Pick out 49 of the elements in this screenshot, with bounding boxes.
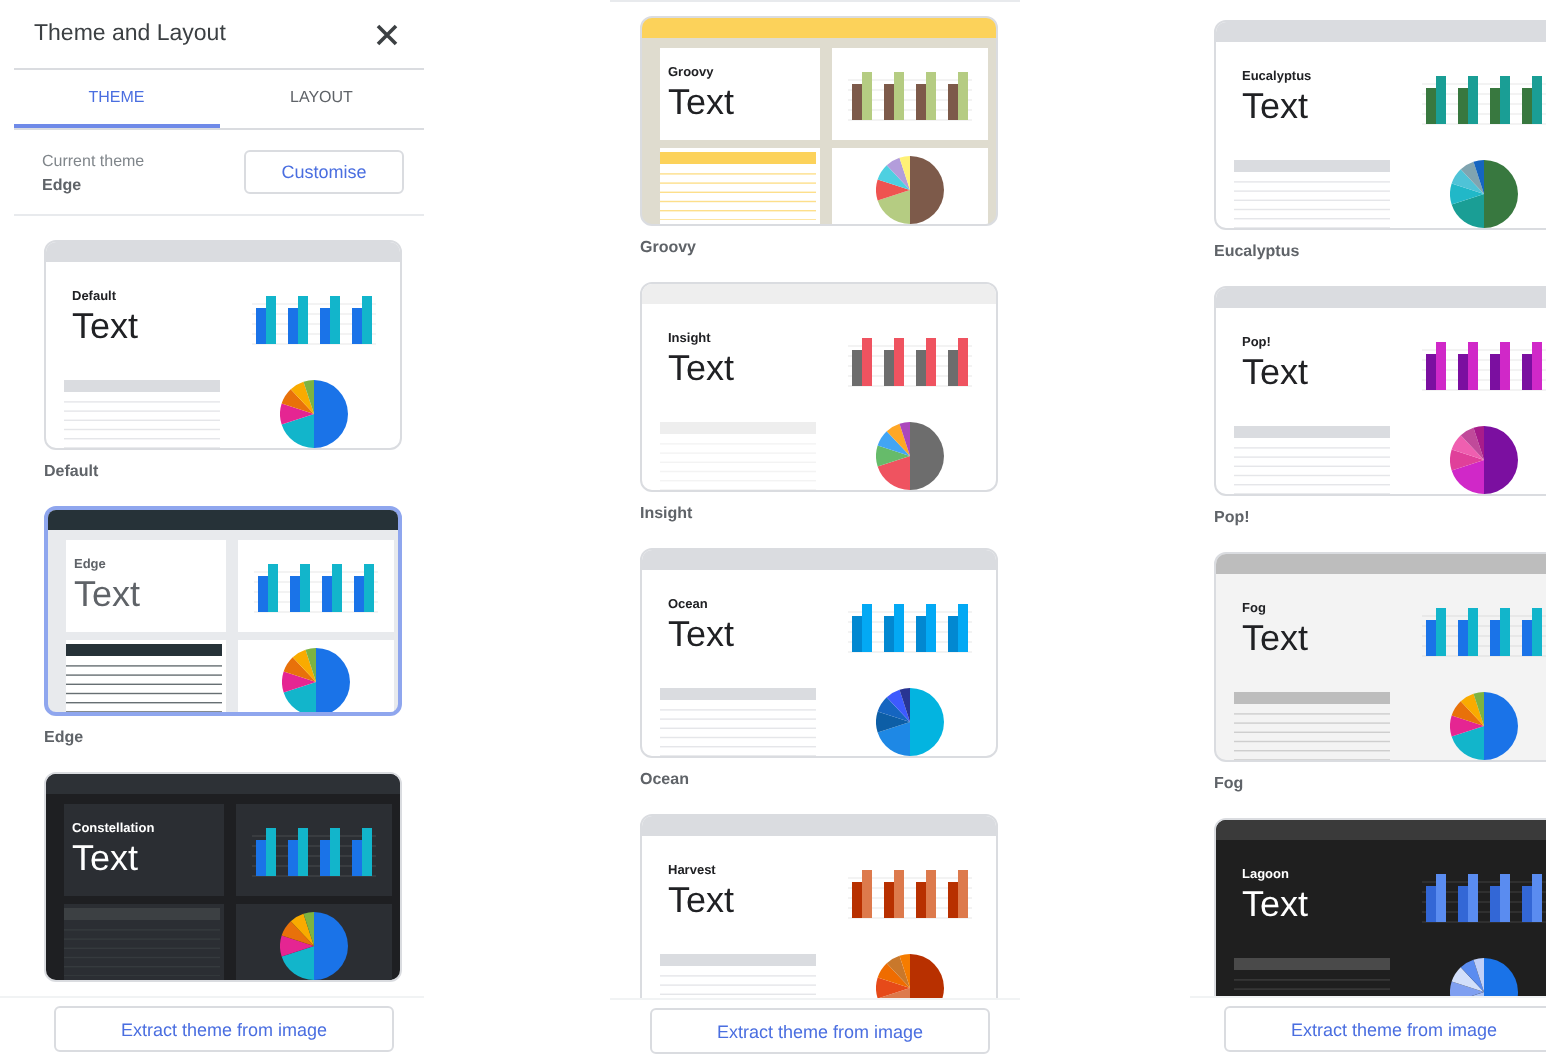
pie-chart-drawing: [1450, 160, 1518, 228]
theme-caption: Default: [44, 460, 101, 484]
theme-caption: Ocean: [640, 768, 691, 792]
close-icon[interactable]: [376, 23, 398, 45]
pie-chart-drawing: [280, 380, 348, 448]
customise-button[interactable]: Customise: [244, 150, 404, 194]
sample-text: Text: [668, 82, 735, 124]
sample-text: Text: [72, 306, 139, 348]
sample-text: Text: [1242, 86, 1309, 128]
tab[interactable]: LAYOUT: [219, 70, 424, 128]
sample-text: Text: [1242, 618, 1309, 660]
bar-chart-drawing: [1422, 70, 1546, 126]
current-theme-value: Edge: [42, 175, 84, 193]
bar-chart-drawing: [252, 290, 376, 346]
theme-caption: Insight: [640, 502, 695, 526]
extract-theme-button[interactable]: Extract theme from image: [1224, 1006, 1546, 1052]
theme-caption: Groovy: [640, 236, 699, 260]
pie-chart-drawing: [282, 648, 350, 712]
bar-chart-drawing: [848, 66, 972, 122]
bar-chart-drawing: [848, 598, 972, 654]
sample-text: Text: [1242, 352, 1309, 394]
bar-chart-drawing: [848, 332, 972, 388]
sample-text: Text: [72, 838, 139, 880]
bar-chart-drawing: [1422, 602, 1546, 658]
pie-chart-drawing: [876, 156, 944, 224]
bar-chart-drawing: [848, 864, 972, 920]
panel-title: Theme and Layout: [34, 22, 226, 46]
pie-chart-drawing: [1450, 426, 1518, 494]
sample-text: Text: [668, 348, 735, 390]
sample-text: Text: [74, 574, 141, 616]
sample-text: Text: [668, 880, 735, 922]
pie-chart-drawing: [876, 688, 944, 756]
theme-caption: Pop!: [1214, 506, 1252, 530]
extract-theme-button[interactable]: Extract theme from image: [650, 1008, 990, 1054]
bar-chart-drawing: [1422, 336, 1546, 392]
bar-chart-drawing: [1422, 868, 1546, 924]
theme-caption: Edge: [44, 726, 86, 750]
bar-chart-drawing: [252, 822, 376, 878]
current-theme-label: Current theme: [42, 151, 145, 169]
tab[interactable]: THEME: [14, 70, 219, 128]
pie-chart-drawing: [876, 422, 944, 490]
bar-chart-drawing: [254, 558, 378, 614]
pie-chart-drawing: [280, 912, 348, 980]
pie-chart-drawing: [1450, 692, 1518, 760]
sample-text: Text: [668, 614, 735, 656]
sample-text: Text: [1242, 884, 1309, 926]
theme-caption: Fog: [1214, 772, 1246, 796]
extract-theme-button[interactable]: Extract theme from image: [54, 1006, 394, 1052]
theme-caption: Eucalyptus: [1214, 240, 1302, 264]
